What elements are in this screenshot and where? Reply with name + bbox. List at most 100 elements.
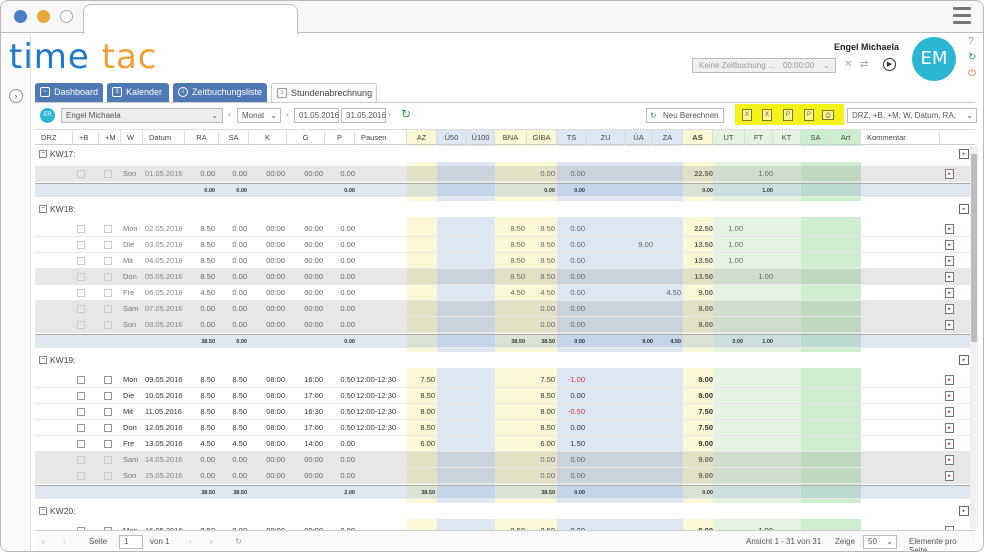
avatar[interactable]: EM <box>912 37 956 81</box>
edit-comment-icon[interactable]: ▸ <box>945 288 954 298</box>
column-header[interactable]: SA <box>219 130 249 145</box>
drz-checkbox[interactable] <box>77 408 85 416</box>
column-header[interactable]: G <box>287 130 325 145</box>
plus-m-checkbox[interactable] <box>104 289 112 297</box>
drz-checkbox[interactable] <box>77 305 85 313</box>
close-dot[interactable] <box>14 10 27 23</box>
user-select[interactable]: Engel Michaela ⌄ <box>61 108 223 123</box>
prev-page-icon[interactable]: ‹ <box>63 537 66 546</box>
drz-checkbox[interactable] <box>77 241 85 249</box>
recalculate-button[interactable]: ↻ Neu Berechnen <box>646 108 724 123</box>
column-header[interactable]: Art <box>831 130 861 145</box>
collapse-icon[interactable]: − <box>39 205 47 213</box>
table-row[interactable]: Don 12.05.2016 8.50 8.50 08:00 17:00 0.50 12:00… <box>35 420 970 436</box>
table-row[interactable]: Die 03.05.2016 8.50 0.00 00:00 00:00 0.00 8.50 8… <box>35 237 970 253</box>
table-row[interactable]: Mon 09.05.2016 8.50 8.50 08:00 16:00 0.50 12:00… <box>35 372 970 388</box>
table-row[interactable]: Die 10.05.2016 8.50 8.50 08:00 17:00 0.50 12:00… <box>35 388 970 404</box>
plus-m-checkbox[interactable] <box>104 273 112 281</box>
plus-m-checkbox[interactable] <box>104 305 112 313</box>
plus-m-checkbox[interactable] <box>104 440 112 448</box>
play-icon[interactable]: ▶ <box>883 58 896 71</box>
date-to-input[interactable]: 31.05.2016 <box>341 108 386 123</box>
last-page-icon[interactable]: » <box>209 537 213 546</box>
plus-m-checkbox[interactable] <box>104 376 112 384</box>
plus-m-checkbox[interactable] <box>104 424 112 432</box>
column-header[interactable]: W <box>121 130 143 145</box>
pdf-export-icon[interactable]: P <box>804 109 814 121</box>
drz-checkbox[interactable] <box>77 440 85 448</box>
edit-comment-icon[interactable]: ▸ <box>945 375 954 385</box>
per-page-select[interactable]: 50 ⌄ <box>863 535 897 549</box>
table-row[interactable]: Fre 13.05.2016 4.50 4.50 08:00 14:00 0.00 6.00 6… <box>35 436 970 452</box>
chevron-right-icon[interactable]: › <box>9 89 23 103</box>
plus-m-checkbox[interactable] <box>104 170 112 178</box>
hamburger-menu-icon[interactable] <box>953 7 971 27</box>
collapse-icon[interactable]: − <box>39 356 47 364</box>
table-row[interactable]: Sam 14.05.2016 0.00 0.00 00:00 00:00 0.00 0.00 0… <box>35 452 970 468</box>
refresh-icon[interactable]: ↻ <box>401 107 411 121</box>
column-header[interactable]: GIBA <box>527 130 557 145</box>
edit-comment-icon[interactable]: ▸ <box>945 423 954 433</box>
column-header[interactable]: UT <box>713 130 745 145</box>
tab-stundenabrechnung[interactable]: ≡ Stundenabrechnung <box>271 83 377 102</box>
vertical-scrollbar[interactable] <box>970 146 978 529</box>
excel-export-icon[interactable]: X <box>762 109 772 121</box>
column-select[interactable]: DRZ, +B, +M, W, Datum, RA, ⌄ <box>847 108 977 123</box>
week-export-icon[interactable]: ▸ <box>959 149 969 159</box>
stop-icon[interactable]: ✕ <box>844 59 852 70</box>
plus-m-checkbox[interactable] <box>104 408 112 416</box>
edit-comment-icon[interactable]: ▸ <box>945 224 954 234</box>
drz-checkbox[interactable] <box>77 273 85 281</box>
drz-checkbox[interactable] <box>77 321 85 329</box>
column-header[interactable]: P <box>325 130 355 145</box>
column-header[interactable]: TS <box>557 130 587 145</box>
column-header[interactable]: ZA <box>653 130 683 145</box>
column-header[interactable]: AS <box>683 130 713 145</box>
column-header[interactable]: Pausen <box>355 130 407 145</box>
print-icon[interactable]: ⎙ <box>822 110 834 120</box>
column-header[interactable]: K <box>249 130 287 145</box>
chevron-left-icon[interactable]: ‹ <box>286 109 289 119</box>
edit-comment-icon[interactable]: ▸ <box>945 240 954 250</box>
week-export-icon[interactable]: ▸ <box>959 355 969 365</box>
column-header[interactable]: Datum <box>143 130 185 145</box>
date-from-input[interactable]: 01.05.2016 <box>294 108 339 123</box>
edit-comment-icon[interactable]: ▸ <box>945 407 954 417</box>
column-header[interactable]: AZ <box>407 130 437 145</box>
table-row[interactable]: Don 05.05.2016 8.50 0.00 00:00 00:00 0.00 8.50 8… <box>35 269 970 285</box>
column-header[interactable]: +B <box>73 130 99 145</box>
maximize-dot[interactable] <box>60 10 73 23</box>
week-export-icon[interactable]: ▸ <box>959 506 969 516</box>
first-page-icon[interactable]: « <box>41 537 45 546</box>
refresh-icon[interactable]: ↻ <box>235 537 242 546</box>
collapse-icon[interactable]: − <box>39 507 47 515</box>
table-row[interactable]: Son 01.05.2016 0.00 0.00 00:00 00:00 0.00 0.00 0… <box>35 166 970 182</box>
table-row[interactable]: Mit 04.05.2016 8.50 0.00 00:00 00:00 0.00 8.50 8… <box>35 253 970 269</box>
plus-m-checkbox[interactable] <box>104 241 112 249</box>
minimize-dot[interactable] <box>37 10 50 23</box>
browser-tab[interactable] <box>83 4 298 34</box>
column-header[interactable]: Ü100 <box>467 130 495 145</box>
chevron-right-icon[interactable]: › <box>388 109 391 119</box>
edit-comment-icon[interactable]: ▸ <box>945 256 954 266</box>
table-row[interactable]: Son 08.05.2016 0.00 0.00 00:00 00:00 0.00 0.00 0… <box>35 317 970 333</box>
column-header[interactable]: SA <box>801 130 831 145</box>
plus-m-checkbox[interactable] <box>104 392 112 400</box>
edit-comment-icon[interactable]: ▸ <box>945 169 954 179</box>
table-row[interactable]: Sam 07.05.2016 0.00 0.00 00:00 00:00 0.00 0.00 0… <box>35 301 970 317</box>
table-row[interactable]: Mon 02.05.2016 8.50 0.00 00:00 00:00 0.00 8.50 8… <box>35 221 970 237</box>
edit-comment-icon[interactable]: ▸ <box>945 304 954 314</box>
drz-checkbox[interactable] <box>77 289 85 297</box>
edit-comment-icon[interactable]: ▸ <box>945 455 954 465</box>
refresh-icon[interactable]: ↻ <box>968 52 976 63</box>
edit-comment-icon[interactable]: ▸ <box>945 272 954 282</box>
drz-checkbox[interactable] <box>77 472 85 480</box>
plus-m-checkbox[interactable] <box>104 472 112 480</box>
column-header[interactable]: BNA <box>495 130 527 145</box>
plus-m-checkbox[interactable] <box>104 225 112 233</box>
column-header[interactable]: Kommentar <box>861 130 940 145</box>
column-header[interactable]: +M <box>99 130 121 145</box>
power-icon[interactable]: ⏻ <box>968 68 976 79</box>
week-export-icon[interactable]: ▸ <box>959 204 969 214</box>
tab-zeitbuchungsliste[interactable]: i Zeitbuchungsliste <box>173 83 267 102</box>
